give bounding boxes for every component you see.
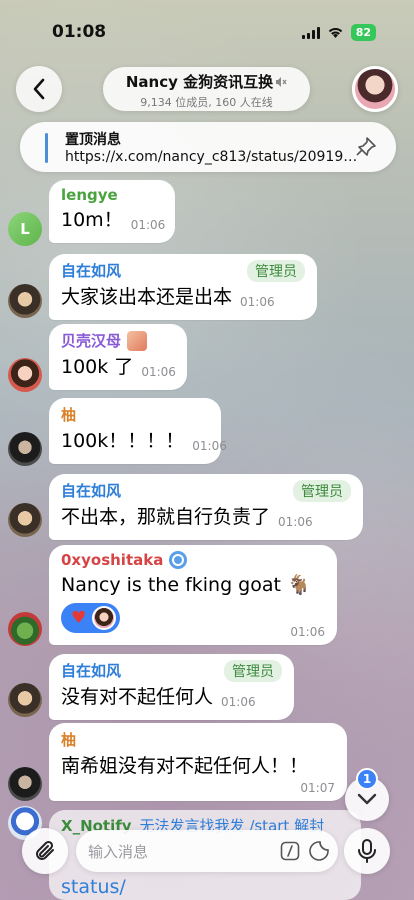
sticker-emoji-icon xyxy=(127,330,148,351)
message-input[interactable]: 输入消息 xyxy=(76,830,338,872)
avatar-you[interactable] xyxy=(8,432,42,466)
message-text: 没有对不起任何人 01:06 xyxy=(61,685,282,714)
mute-icon xyxy=(276,77,287,87)
sticker-icon[interactable] xyxy=(308,840,330,862)
message-bubble[interactable]: 贝壳汉母 100k 了 01:06 xyxy=(49,324,187,390)
sender-name[interactable]: 柚 xyxy=(61,729,335,750)
admin-badge: 管理员 xyxy=(247,260,305,282)
message-text: 100k！！！！ 01:06 xyxy=(61,429,227,458)
sender-name-text: 贝壳汉母 xyxy=(61,332,122,350)
paperclip-icon xyxy=(36,840,54,860)
admin-badge: 管理员 xyxy=(224,660,282,682)
chevron-down-icon xyxy=(357,793,377,805)
chat-title: Nancy 金狗资讯互换 xyxy=(103,71,310,92)
pinned-indicator xyxy=(45,133,48,163)
sender-name[interactable]: 0xyoshitaka xyxy=(61,551,325,569)
verified-icon xyxy=(169,551,188,569)
avatar-zizairufeng[interactable] xyxy=(8,503,42,537)
message-bubble[interactable]: 0xyoshitaka Nancy is the fking goat 🐐 ♥ … xyxy=(49,545,337,645)
member-count: 9,134 位成员, 160 人在线 xyxy=(140,96,273,109)
group-avatar[interactable] xyxy=(352,66,398,112)
avatar-lengye[interactable]: L xyxy=(8,212,42,246)
message-time: 01:07 xyxy=(300,781,335,795)
sender-name[interactable]: 贝壳汉母 xyxy=(61,330,175,351)
message-body: 100k 了 xyxy=(61,356,134,378)
message-time: 01:06 xyxy=(192,439,227,453)
avatar-letter: L xyxy=(20,220,30,238)
wifi-icon xyxy=(328,28,342,38)
message-body: 100k！！！！ xyxy=(61,430,185,452)
message-text: 10m！ 01:06 xyxy=(61,208,166,237)
message-time: 01:06 xyxy=(130,218,166,232)
message-text: 大家该出本还是出本 01:06 xyxy=(61,285,305,314)
message-body: 不出本，那就自行负责了 xyxy=(61,506,271,528)
message-bubble[interactable]: 自在如风 管理员 大家该出本还是出本 01:06 xyxy=(49,254,317,320)
battery-indicator: 82 xyxy=(350,24,376,41)
microphone-icon xyxy=(358,839,376,863)
chat-title-text: Nancy 金狗资讯互换 xyxy=(125,73,274,91)
voice-message-button[interactable] xyxy=(344,828,390,874)
unread-count-badge: 1 xyxy=(356,768,378,790)
sender-name[interactable]: 柚 xyxy=(61,404,209,425)
chevron-left-icon xyxy=(33,78,45,100)
sender-name-text: 0xyoshitaka xyxy=(61,551,164,569)
heart-icon: ♥ xyxy=(71,608,87,628)
message-time: 01:06 xyxy=(240,295,275,309)
message-text: 不出本，那就自行负责了 01:06 xyxy=(61,505,351,534)
message-time: 01:06 xyxy=(141,365,176,379)
avatar-0xyoshitaka[interactable] xyxy=(8,612,42,646)
message-body: 10m！ xyxy=(61,209,123,231)
message-text: 100k 了 01:06 xyxy=(61,355,176,384)
message-bubble[interactable]: 自在如风 管理员 没有对不起任何人 01:06 xyxy=(49,654,294,720)
command-icon[interactable] xyxy=(280,841,300,861)
avatar-beikehanmu[interactable] xyxy=(8,358,42,392)
message-link-text[interactable]: status/ xyxy=(61,876,126,898)
message-time: 01:06 xyxy=(278,515,313,529)
status-bar: 01:08 82 xyxy=(0,0,414,58)
avatar-you[interactable] xyxy=(8,767,42,801)
sender-name[interactable]: lengye xyxy=(61,186,163,204)
attach-button[interactable] xyxy=(22,828,68,874)
pinned-message-bar[interactable]: 置顶消息 https://x.com/nancy_c813/status/209… xyxy=(20,122,396,172)
reaction-chip[interactable]: ♥ xyxy=(61,603,121,633)
message-bubble[interactable]: 柚 100k！！！！ 01:06 xyxy=(49,398,227,464)
status-icons: 82 xyxy=(301,24,376,41)
message-body: 大家该出本还是出本 xyxy=(61,286,233,308)
message-body: 南希姐没有对不起任何人！！ xyxy=(61,755,309,777)
message-bubble[interactable]: lengye 10m！ 01:06 xyxy=(49,180,175,243)
pinned-title: 置顶消息 xyxy=(65,132,121,148)
chat-title-pill[interactable]: Nancy 金狗资讯互换 9,134 位成员, 160 人在线 xyxy=(103,67,310,111)
pinned-text: https://x.com/nancy_c813/status/209193..… xyxy=(65,149,365,165)
signal-icon xyxy=(301,26,320,39)
admin-badge: 管理员 xyxy=(293,480,351,502)
reactor-avatar xyxy=(92,606,117,630)
status-time: 01:08 xyxy=(52,22,107,42)
message-bubble[interactable]: 柚 南希姐没有对不起任何人！！ 01:07 xyxy=(49,723,347,801)
message-body: 没有对不起任何人 xyxy=(61,686,214,708)
message-time: 01:06 xyxy=(290,625,325,639)
pin-list-icon[interactable] xyxy=(354,136,378,158)
message-input-placeholder: 输入消息 xyxy=(88,843,149,861)
message-body: Nancy is the fking goat 🐐 xyxy=(61,574,311,596)
avatar-zizairufeng[interactable] xyxy=(8,683,42,717)
message-time: 01:06 xyxy=(221,695,256,709)
avatar-zizairufeng[interactable] xyxy=(8,284,42,318)
back-button[interactable] xyxy=(16,66,62,112)
message-bubble[interactable]: 自在如风 管理员 不出本，那就自行负责了 01:06 xyxy=(49,474,363,540)
